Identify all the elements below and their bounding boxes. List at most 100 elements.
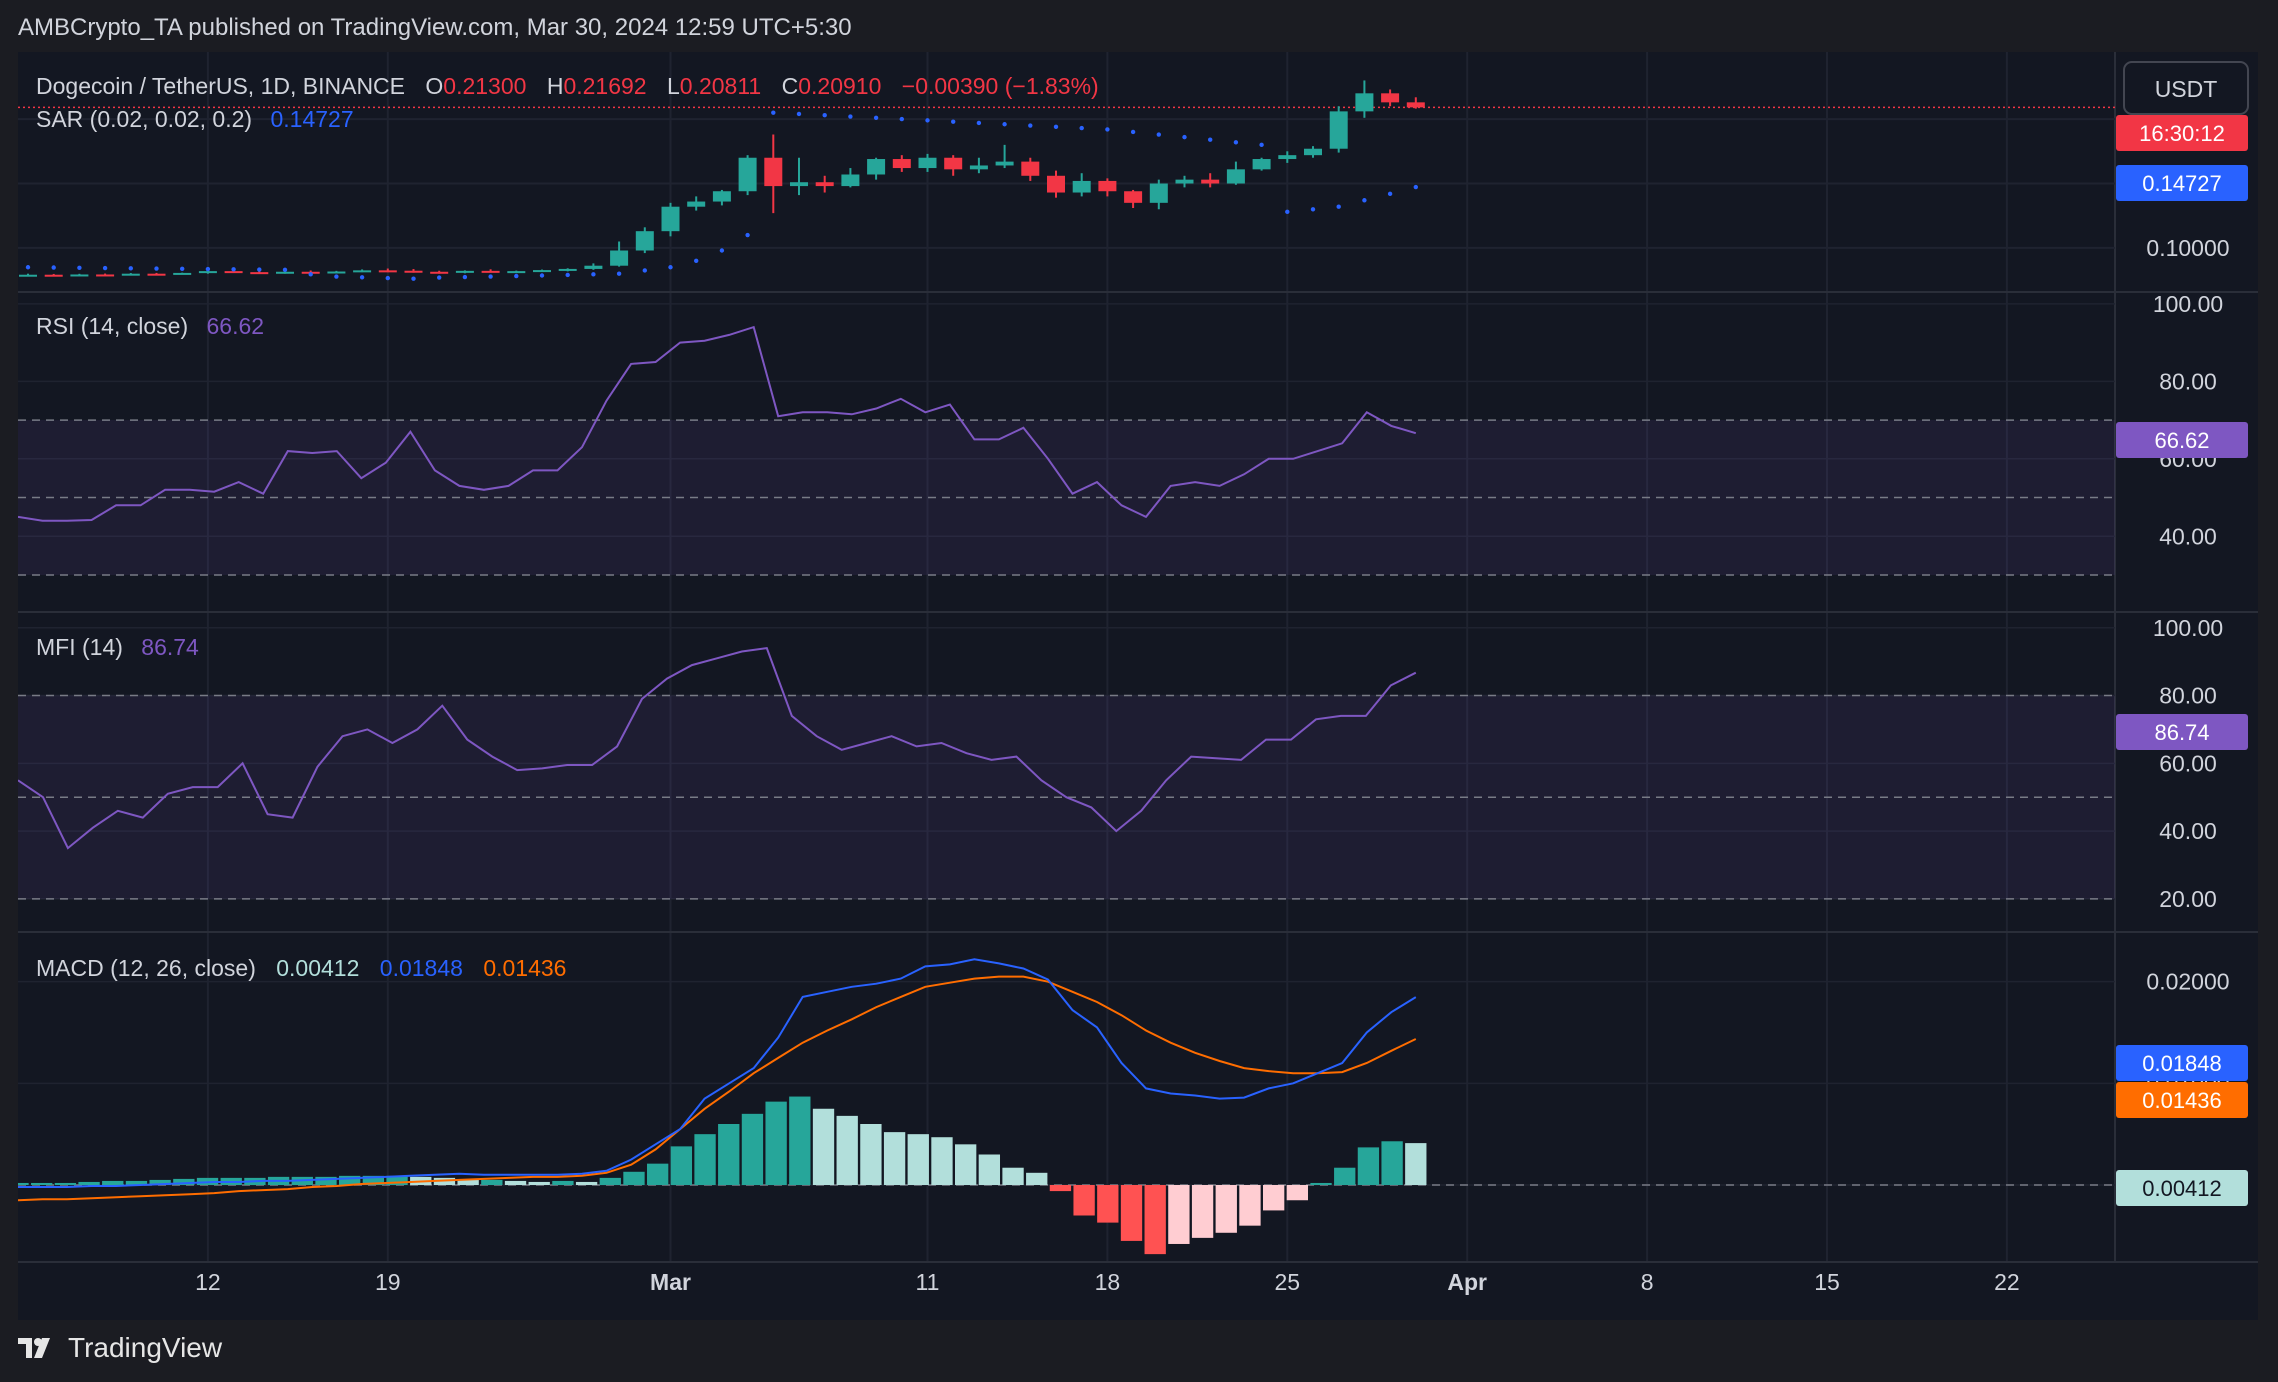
change-value: −0.00390 (−1.83%) [902, 73, 1099, 99]
candle-body [147, 273, 166, 276]
sar-dot [745, 232, 750, 238]
sar-dot [1182, 134, 1187, 140]
candle-body [533, 270, 551, 273]
low-value: 0.20811 [680, 73, 761, 99]
sar-dot [1413, 184, 1419, 190]
candle-body [661, 206, 680, 232]
candle-body [70, 274, 89, 277]
mfi-legend-value: 86.74 [141, 634, 199, 660]
candle-body [44, 274, 63, 277]
candle-body [353, 270, 372, 273]
time-axis-label: 12 [195, 1269, 221, 1295]
macd-histogram-bar [978, 1154, 1001, 1185]
signal-badge-text: 0.01436 [2142, 1088, 2222, 1113]
sar-dot [1259, 142, 1264, 148]
tradingview-logo-icon [18, 1338, 50, 1358]
candle-body [558, 268, 577, 271]
candle-body [276, 271, 294, 274]
sar-dot [1310, 207, 1316, 212]
mfi-tick-label: 40.00 [2159, 818, 2217, 844]
mfi-tick-label: 60.00 [2159, 750, 2217, 776]
macd-histogram-bar [765, 1101, 787, 1185]
candle-body [198, 271, 217, 274]
macd-histogram-bar [1097, 1185, 1119, 1223]
candle-body [96, 274, 115, 277]
sar-dot [1079, 125, 1084, 131]
time-axis-label: 15 [1814, 1269, 1840, 1295]
macd-histogram-bar [599, 1177, 621, 1185]
macd-histogram-bar [1026, 1172, 1048, 1185]
sar-dot [694, 258, 699, 264]
mfi-legend-label: MFI (14) [36, 634, 123, 660]
high-value: 0.21692 [563, 73, 646, 99]
price-tick-label: 0.10000 [2146, 235, 2229, 261]
sar-dot [25, 265, 31, 270]
sar-dot [822, 113, 827, 118]
macd-histogram-bar [1239, 1185, 1261, 1226]
macd-histogram-bar [836, 1115, 858, 1185]
time-axis-label: 25 [1275, 1269, 1301, 1295]
candle-body [1304, 148, 1322, 156]
macd-histogram-bar [931, 1137, 953, 1185]
sar-badge-text: 0.14727 [2142, 171, 2222, 196]
candle-body [687, 201, 706, 207]
sar-dot [1285, 209, 1290, 215]
macd-histogram-bar [1120, 1185, 1143, 1241]
candle-body [19, 274, 37, 277]
candle-body [327, 271, 346, 274]
macd-histogram-bar [1073, 1185, 1095, 1216]
macd-histogram-bar [623, 1171, 645, 1185]
macd-histogram-bar [528, 1181, 550, 1185]
candle-body [764, 157, 783, 187]
mfi-badge-text: 86.74 [2154, 720, 2209, 745]
macd-histogram-bar [78, 1181, 100, 1185]
sar-dot [154, 266, 159, 271]
sar-dot [282, 267, 288, 273]
sar-dot [1233, 140, 1239, 145]
candle-body [918, 157, 937, 169]
sar-dot [565, 272, 570, 278]
sar-dot [771, 110, 776, 115]
svg-text:SAR (0.02, 0.02, 0.2) 0.: SAR (0.02, 0.02, 0.2) 0.14727 [36, 106, 354, 132]
candle-body [944, 157, 963, 170]
sar-dot [462, 274, 468, 280]
candle-body [790, 182, 808, 187]
macd-histogram-bar [670, 1146, 693, 1185]
open-label: O [425, 73, 443, 99]
candle-body [1226, 169, 1245, 184]
close-value: 0.20910 [798, 73, 881, 99]
sar-dot [1208, 137, 1213, 142]
countdown-text: 16:30:12 [2139, 121, 2225, 146]
candle-body [481, 270, 500, 273]
candle-body [455, 270, 474, 273]
sar-dot [77, 265, 82, 270]
macd-histogram-bar [1215, 1185, 1237, 1233]
sar-dot [51, 265, 56, 270]
candle-body [173, 272, 192, 275]
macd-histogram-bar [481, 1179, 503, 1185]
sar-dot [308, 272, 313, 277]
candle-body [892, 159, 911, 169]
trading-chart[interactable]: 12 19 Mar 11 18 25 Apr 8 15 22 0.10000 100.00 80.00 6… [18, 52, 2258, 1320]
macd-histogram-bar [504, 1180, 527, 1185]
macd-histogram-bar [1286, 1185, 1309, 1201]
rsi-tick-label: 40.00 [2159, 523, 2217, 549]
macd-histogram-bar [812, 1108, 835, 1185]
macd-histogram-bar [54, 1182, 77, 1185]
candle-body [1124, 191, 1143, 203]
candle-body [1021, 161, 1040, 176]
candle-body [1047, 175, 1065, 193]
macd-histogram-bar [789, 1096, 811, 1185]
candle-body [1072, 180, 1091, 193]
time-axis-label: 19 [375, 1269, 401, 1295]
macd-line-badge-text: 0.01848 [2142, 1051, 2222, 1076]
macd-histogram-bar [575, 1181, 598, 1185]
macd-histogram-bar [1405, 1143, 1427, 1185]
sar-dot [1156, 132, 1162, 137]
sar-dot [128, 266, 133, 271]
rsi-tick-label: 100.00 [2153, 291, 2223, 317]
currency-button[interactable]: USDT [2123, 61, 2249, 115]
time-axis-label: Mar [650, 1269, 691, 1295]
sar-dot [1387, 191, 1393, 197]
candle-body [430, 271, 449, 274]
